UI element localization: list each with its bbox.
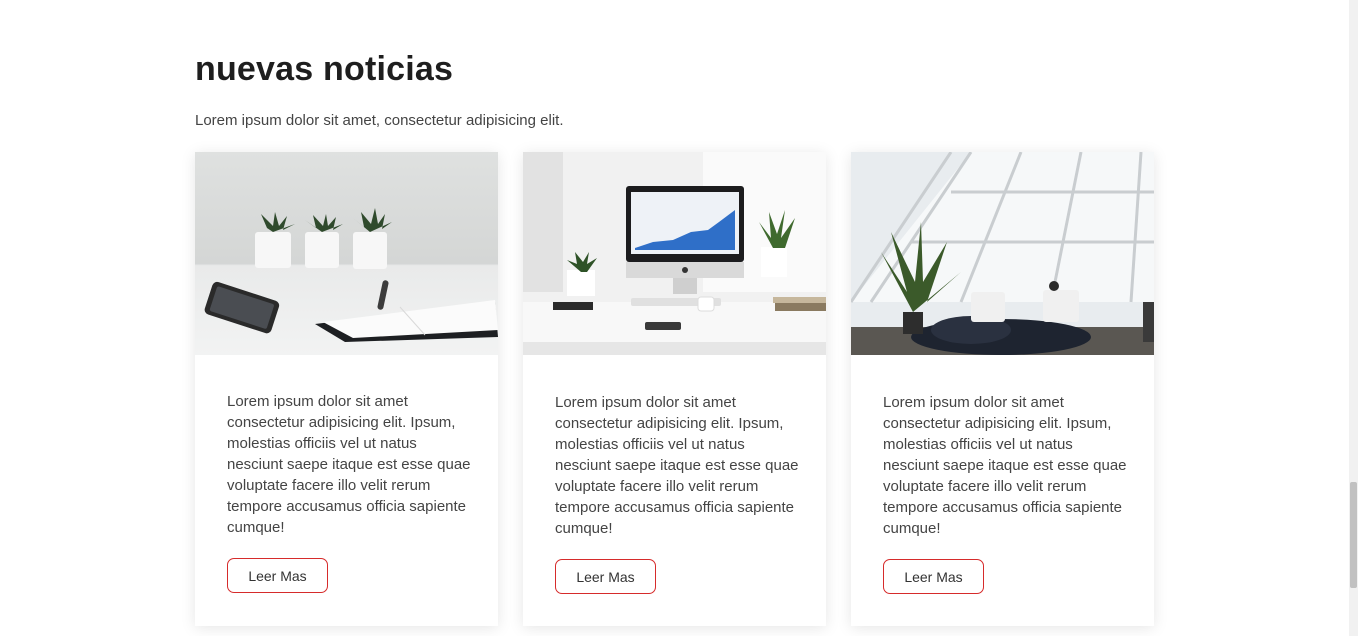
card-text: Lorem ipsum dolor sit amet consectetur a… [883, 394, 1127, 537]
computer-desk-workspace-photo [523, 152, 826, 355]
page: nuevas noticias Lorem ipsum dolor sit am… [0, 0, 1358, 636]
card-text: Lorem ipsum dolor sit amet consectetur a… [227, 393, 471, 536]
card-text: Lorem ipsum dolor sit amet consectetur a… [555, 394, 799, 537]
read-more-button[interactable]: Leer Mas [227, 558, 328, 593]
desk-plants-phone-notebook-photo [195, 152, 498, 355]
news-card-2: Lorem ipsum dolor sit amet consectetur a… [523, 152, 826, 626]
read-more-button[interactable]: Leer Mas [883, 559, 984, 594]
section-title: nuevas noticias [195, 50, 454, 88]
section-subtitle: Lorem ipsum dolor sit amet, consectetur … [195, 112, 564, 129]
news-card-3: Lorem ipsum dolor sit amet consectetur a… [851, 152, 1154, 626]
scrollbar-thumb[interactable] [1350, 482, 1357, 588]
card-image-3 [851, 152, 1154, 355]
page-scrollbar[interactable] [1349, 0, 1358, 636]
card-image-2 [523, 152, 826, 355]
office-lounge-photo [851, 152, 1154, 355]
read-more-button[interactable]: Leer Mas [555, 559, 656, 594]
card-image-1 [195, 152, 498, 355]
news-card-1: Lorem ipsum dolor sit amet consectetur a… [195, 152, 498, 626]
